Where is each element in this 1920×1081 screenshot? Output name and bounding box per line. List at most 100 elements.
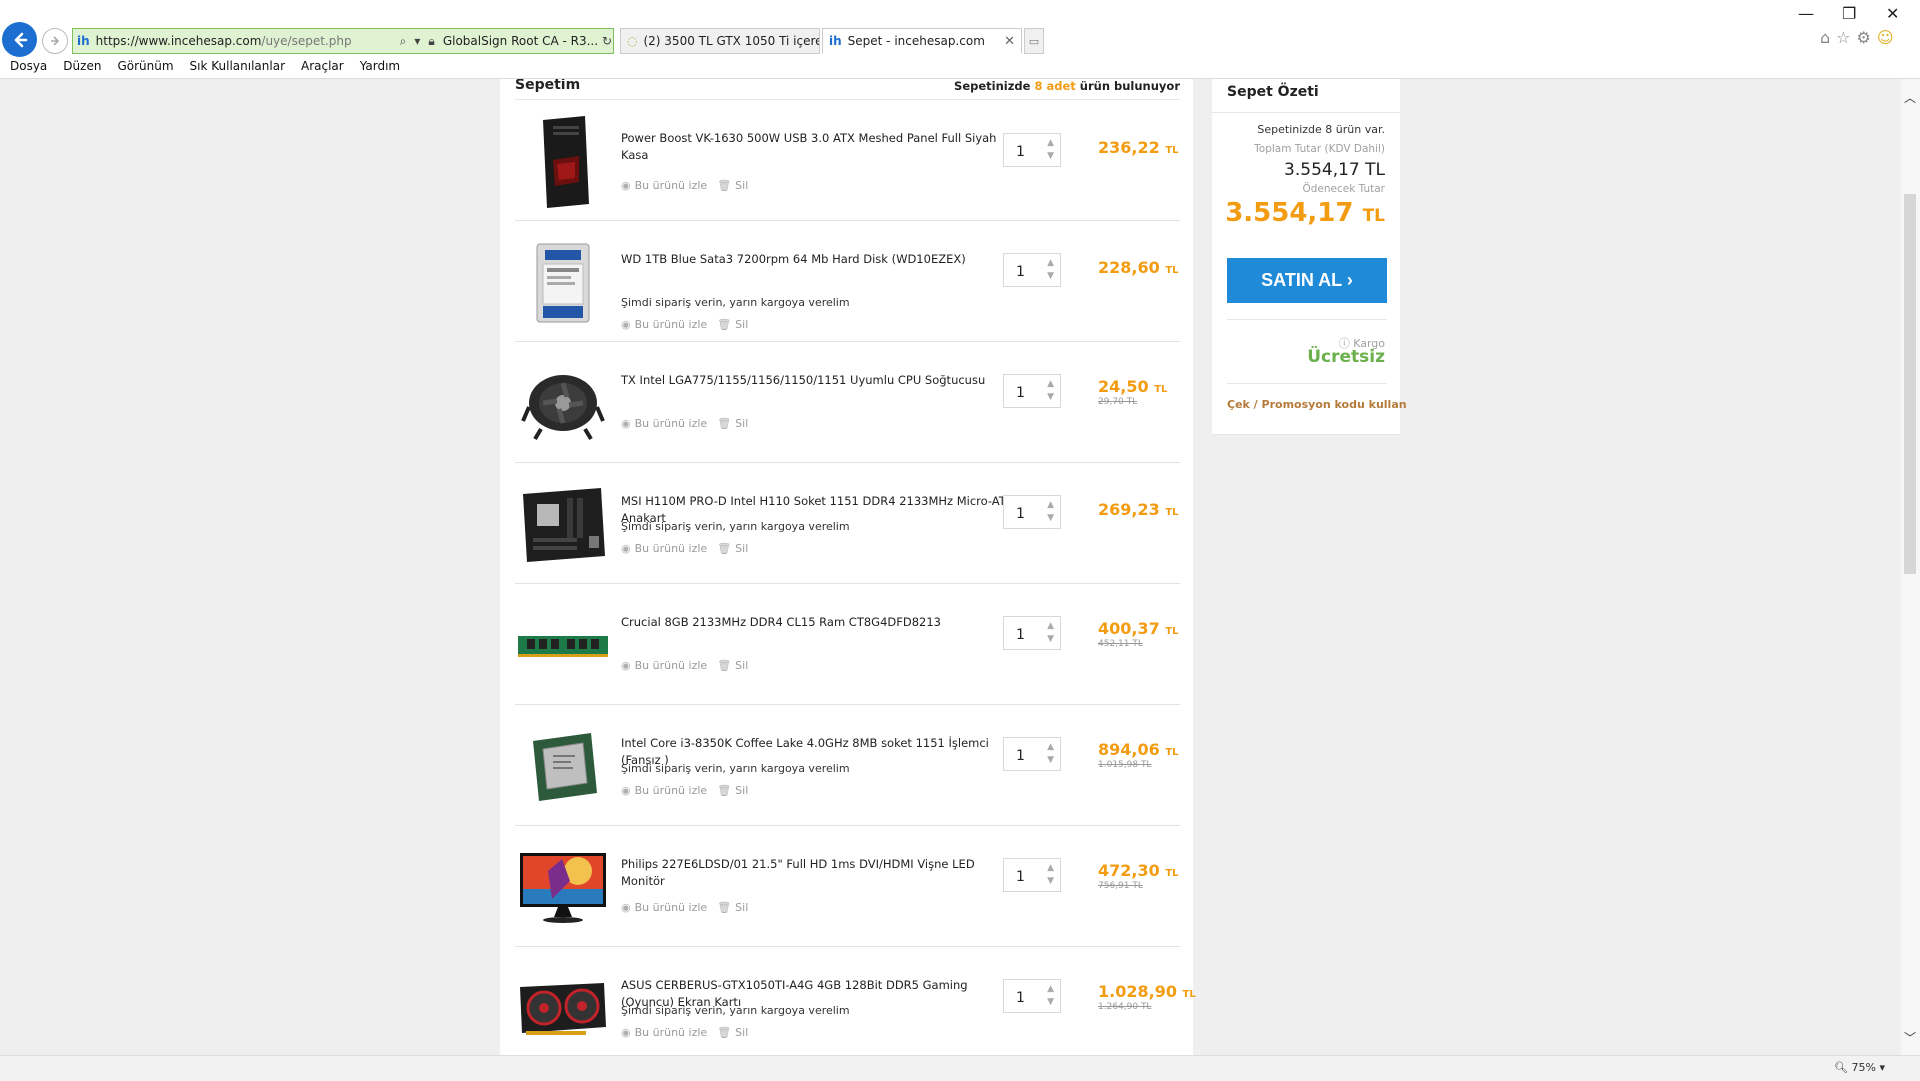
- quantity-arrows[interactable]: ▲ ▼: [1047, 620, 1054, 646]
- quantity-arrows[interactable]: ▲ ▼: [1047, 741, 1054, 767]
- arrow-down-icon[interactable]: ▼: [1047, 512, 1054, 525]
- product-image-motherboard[interactable]: [515, 477, 611, 573]
- watch-product-link[interactable]: Bu ürünü izle: [635, 318, 708, 331]
- scroll-up-icon[interactable]: ︿: [1904, 89, 1916, 106]
- delivery-note: Şimdi sipariş verin, yarın kargoya verel…: [621, 296, 850, 309]
- quantity-arrows[interactable]: ▲ ▼: [1047, 137, 1054, 163]
- zoom-icon: 🔍︎: [1834, 1061, 1849, 1074]
- quantity-arrows[interactable]: ▲ ▼: [1047, 378, 1054, 404]
- favorites-star-icon[interactable]: ☆: [1836, 28, 1850, 47]
- arrow-down-icon[interactable]: ▼: [1047, 996, 1054, 1009]
- item-price: 1.028,90 TL: [1098, 982, 1196, 1001]
- quantity-stepper[interactable]: 1 ▲ ▼: [1003, 133, 1061, 167]
- menu-tools[interactable]: Araçlar: [301, 59, 344, 73]
- delete-item-link[interactable]: Sil: [735, 659, 748, 672]
- quantity-stepper[interactable]: 1 ▲ ▼: [1003, 979, 1061, 1013]
- product-name[interactable]: WD 1TB Blue Sata3 7200rpm 64 Mb Hard Dis…: [621, 251, 1021, 268]
- refresh-icon[interactable]: ↻: [602, 34, 612, 48]
- smiley-icon[interactable]: ☺: [1877, 28, 1894, 47]
- arrow-up-icon[interactable]: ▲: [1047, 620, 1054, 633]
- tab-forum[interactable]: ◌ (2) 3500 TL GTX 1050 Ti içeren ...: [620, 28, 820, 54]
- watch-product-link[interactable]: Bu ürünü izle: [635, 1026, 708, 1039]
- product-name[interactable]: TX Intel LGA775/1155/1156/1150/1151 Uyum…: [621, 372, 1021, 389]
- menu-edit[interactable]: Düzen: [63, 59, 101, 73]
- gear-icon[interactable]: ⚙: [1857, 28, 1871, 47]
- delete-item-link[interactable]: Sil: [735, 179, 748, 192]
- quantity-stepper[interactable]: 1 ▲ ▼: [1003, 616, 1061, 650]
- close-window-icon[interactable]: ✕: [1886, 4, 1899, 23]
- tab-cart[interactable]: ih Sepet - incehesap.com ✕: [822, 28, 1022, 54]
- menu-favorites[interactable]: Sık Kullanılanlar: [190, 59, 285, 73]
- quantity-stepper[interactable]: 1 ▲ ▼: [1003, 374, 1061, 408]
- item-old-price: 29,70 TL: [1098, 397, 1138, 407]
- arrow-down-icon[interactable]: ▼: [1047, 270, 1054, 283]
- arrow-up-icon[interactable]: ▲: [1047, 257, 1054, 270]
- address-bar[interactable]: ih https://www.incehesap.com/uye/sepet.p…: [72, 28, 614, 54]
- minimize-icon[interactable]: —: [1798, 4, 1814, 23]
- arrow-up-icon[interactable]: ▲: [1047, 499, 1054, 512]
- dropdown-icon[interactable]: ▾: [414, 34, 420, 48]
- product-image-ram[interactable]: [515, 598, 611, 694]
- watch-product-link[interactable]: Bu ürünü izle: [635, 784, 708, 797]
- product-name[interactable]: Crucial 8GB 2133MHz DDR4 CL15 Ram CT8G4D…: [621, 614, 1021, 631]
- product-image-cooler[interactable]: [515, 356, 611, 452]
- cart-panel: Sepetim Sepetinizde 8 adet ürün bulunuyo…: [500, 79, 1196, 1055]
- restore-icon[interactable]: ❐: [1842, 4, 1856, 23]
- new-tab-button[interactable]: ▭: [1024, 28, 1044, 54]
- delete-item-link[interactable]: Sil: [735, 1026, 748, 1039]
- arrow-up-icon[interactable]: ▲: [1047, 862, 1054, 875]
- certificate-label[interactable]: GlobalSign Root CA - R3...: [443, 34, 598, 48]
- trash-icon: 🗑︎: [717, 659, 732, 672]
- quantity-arrows[interactable]: ▲ ▼: [1047, 499, 1054, 525]
- delete-item-link[interactable]: Sil: [735, 417, 748, 430]
- watch-product-link[interactable]: Bu ürünü izle: [635, 901, 708, 914]
- quantity-stepper[interactable]: 1 ▲ ▼: [1003, 737, 1061, 771]
- zoom-control[interactable]: 🔍︎ 75% ▾: [1834, 1061, 1885, 1074]
- watch-product-link[interactable]: Bu ürünü izle: [635, 542, 708, 555]
- buy-button[interactable]: SATIN AL ›: [1227, 258, 1387, 303]
- product-image-gpu[interactable]: [515, 961, 611, 1055]
- delete-item-link[interactable]: Sil: [735, 542, 748, 555]
- vertical-scrollbar[interactable]: ︿ ﹀: [1901, 79, 1920, 1055]
- delete-item-link[interactable]: Sil: [735, 784, 748, 797]
- product-image-case[interactable]: [515, 114, 611, 210]
- close-tab-icon[interactable]: ✕: [1004, 34, 1015, 49]
- forward-button[interactable]: [42, 28, 68, 54]
- arrow-down-icon[interactable]: ▼: [1047, 150, 1054, 163]
- delete-item-link[interactable]: Sil: [735, 318, 748, 331]
- watch-product-link[interactable]: Bu ürünü izle: [635, 417, 708, 430]
- watch-product-link[interactable]: Bu ürünü izle: [635, 179, 708, 192]
- quantity-stepper[interactable]: 1 ▲ ▼: [1003, 858, 1061, 892]
- quantity-arrows[interactable]: ▲ ▼: [1047, 862, 1054, 888]
- arrow-up-icon[interactable]: ▲: [1047, 378, 1054, 391]
- arrow-down-icon[interactable]: ▼: [1047, 754, 1054, 767]
- promo-code-link[interactable]: Çek / Promosyon kodu kullan: [1227, 398, 1407, 411]
- address-url[interactable]: https://www.incehesap.com/uye/sepet.php: [96, 34, 396, 48]
- menu-help[interactable]: Yardım: [360, 59, 400, 73]
- arrow-up-icon[interactable]: ▲: [1047, 741, 1054, 754]
- scroll-thumb[interactable]: [1904, 194, 1916, 574]
- arrow-down-icon[interactable]: ▼: [1047, 875, 1054, 888]
- product-image-cpu[interactable]: [515, 719, 611, 815]
- product-image-hdd[interactable]: [515, 235, 611, 331]
- arrow-down-icon[interactable]: ▼: [1047, 391, 1054, 404]
- delete-item-link[interactable]: Sil: [735, 901, 748, 914]
- back-button[interactable]: [2, 22, 37, 57]
- product-name[interactable]: Philips 227E6LDSD/01 21.5" Full HD 1ms D…: [621, 856, 1021, 890]
- quantity-arrows[interactable]: ▲ ▼: [1047, 983, 1054, 1009]
- menu-view[interactable]: Görünüm: [117, 59, 173, 73]
- quantity-arrows[interactable]: ▲ ▼: [1047, 257, 1054, 283]
- product-image-monitor[interactable]: [515, 840, 611, 936]
- quantity-stepper[interactable]: 1 ▲ ▼: [1003, 495, 1061, 529]
- scroll-down-icon[interactable]: ﹀: [1904, 1029, 1916, 1046]
- search-icon[interactable]: ⌕: [400, 34, 407, 49]
- item-actions: ◉ Bu ürünü izle 🗑︎ Sil: [621, 784, 748, 797]
- arrow-up-icon[interactable]: ▲: [1047, 137, 1054, 150]
- quantity-stepper[interactable]: 1 ▲ ▼: [1003, 253, 1061, 287]
- arrow-up-icon[interactable]: ▲: [1047, 983, 1054, 996]
- watch-product-link[interactable]: Bu ürünü izle: [635, 659, 708, 672]
- menu-file[interactable]: Dosya: [10, 59, 47, 73]
- product-name[interactable]: Power Boost VK-1630 500W USB 3.0 ATX Mes…: [621, 130, 1021, 164]
- home-icon[interactable]: ⌂: [1820, 28, 1830, 47]
- arrow-down-icon[interactable]: ▼: [1047, 633, 1054, 646]
